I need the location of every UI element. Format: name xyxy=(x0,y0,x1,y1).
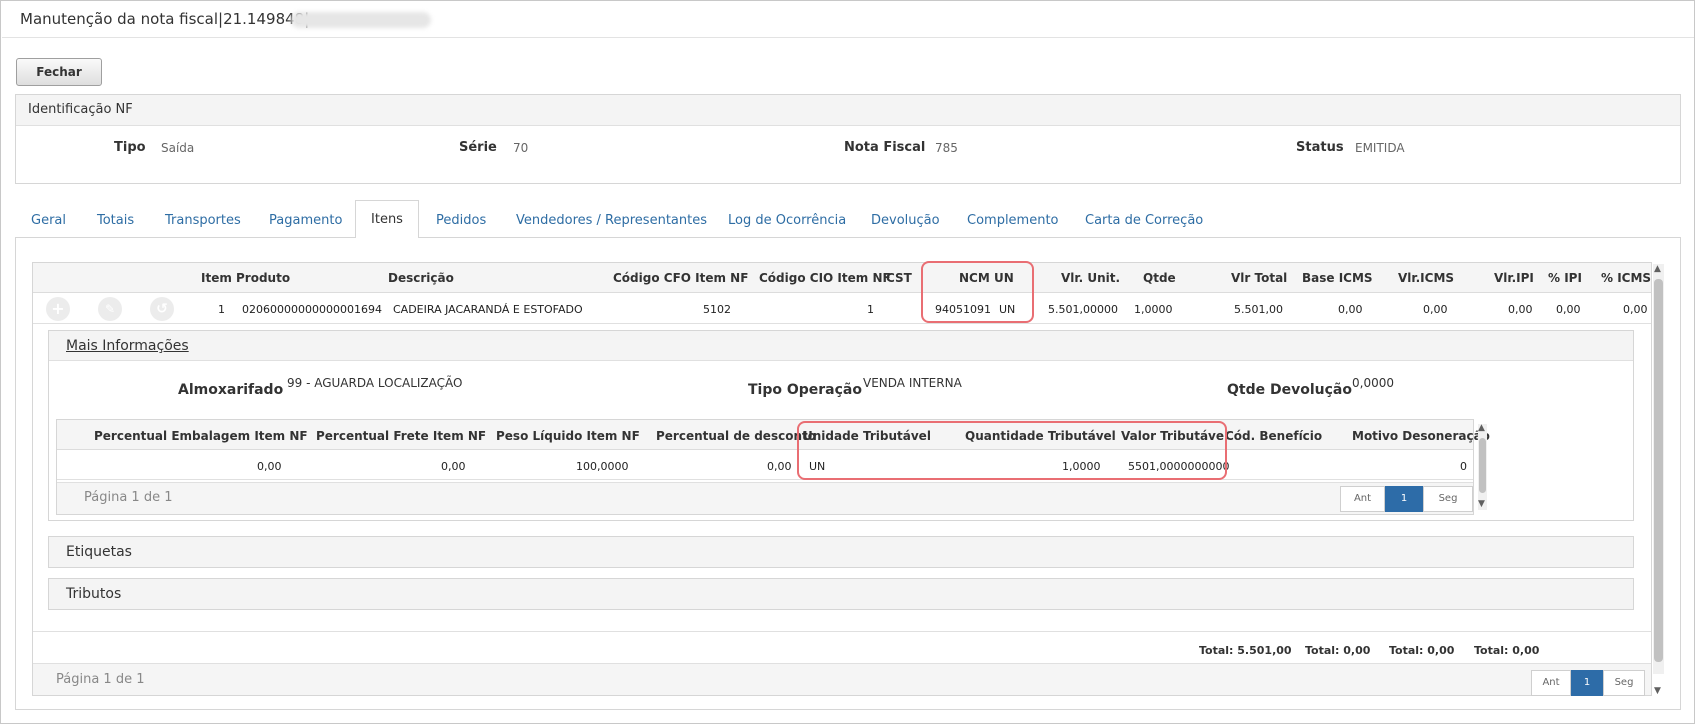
highlight-ncm-un xyxy=(921,261,1034,323)
sub-col-motivo[interactable]: Motivo Desoneração xyxy=(1352,429,1490,443)
tipo-operacao-value: VENDA INTERNA xyxy=(863,376,962,390)
sub-prev-button[interactable]: Ant xyxy=(1340,486,1385,512)
sub-page-info: Página 1 de 1 xyxy=(84,490,173,505)
tipo-label: Tipo xyxy=(114,140,146,155)
add-icon[interactable]: + xyxy=(46,297,70,321)
tipo-operacao-label: Tipo Operação xyxy=(748,382,862,398)
cell-descricao: CADEIRA JACARANDÁ E ESTOFADO xyxy=(393,303,583,316)
tab-complemento[interactable]: Complemento xyxy=(967,213,1059,228)
status-label: Status xyxy=(1296,140,1344,155)
identification-header: Identificação NF xyxy=(16,95,1680,126)
col-vlr-total[interactable]: Vlr Total xyxy=(1231,271,1287,285)
serie-label: Série xyxy=(459,140,497,155)
page-1-button[interactable]: 1 xyxy=(1571,670,1603,696)
close-button[interactable]: Fechar xyxy=(16,58,102,86)
scroll-up-icon[interactable]: ▲ xyxy=(1654,264,1661,274)
prev-button[interactable]: Ant xyxy=(1531,670,1571,696)
tab-pagamento[interactable]: Pagamento xyxy=(269,213,342,228)
tab-totais[interactable]: Totais xyxy=(97,213,134,228)
tipo-value: Saída xyxy=(161,141,195,155)
sub-cell-peso: 100,0000 xyxy=(576,460,629,473)
sub-scroll-up-icon[interactable]: ▲ xyxy=(1478,423,1485,433)
cell-cio: 1 xyxy=(867,303,874,316)
sub-cell-embalagem: 0,00 xyxy=(257,460,282,473)
cell-cfo: 5102 xyxy=(703,303,731,316)
nota-fiscal-label: Nota Fiscal xyxy=(844,140,926,155)
edit-icon[interactable]: ✎ xyxy=(98,297,122,321)
total-vlr-icms: Total: 0,00 xyxy=(1389,644,1455,657)
nota-fiscal-value: 785 xyxy=(935,141,958,155)
cell-vlr-icms: 0,00 xyxy=(1423,303,1448,316)
sub-cell-desconto: 0,00 xyxy=(767,460,792,473)
tab-itens[interactable]: Itens xyxy=(355,200,419,239)
sub-col-desconto[interactable]: Percentual de desconto xyxy=(656,429,816,443)
col-produto[interactable]: Produto xyxy=(236,271,290,285)
tab-geral[interactable]: Geral xyxy=(31,213,66,228)
col-cst[interactable]: CST xyxy=(886,271,912,285)
cell-vlr-ipi: 0,00 xyxy=(1508,303,1533,316)
sub-cell-frete: 0,00 xyxy=(441,460,466,473)
col-cfo[interactable]: Código CFO Item NF xyxy=(613,271,748,285)
total-base-icms: Total: 0,00 xyxy=(1305,644,1371,657)
col-pct-ipi[interactable]: % IPI xyxy=(1548,271,1582,285)
cell-item: 1 xyxy=(218,303,225,316)
sub-col-cod-beneficio[interactable]: Cód. Benefício xyxy=(1225,429,1322,443)
total-vlr-ipi: Total: 0,00 xyxy=(1474,644,1540,657)
total-vlr: Total: 5.501,00 xyxy=(1199,644,1292,657)
etiquetas-section[interactable]: Etiquetas xyxy=(48,536,1634,568)
window: Manutenção da nota fiscal|21.149848| Fec… xyxy=(0,0,1695,724)
items-scrollbar-thumb[interactable] xyxy=(1654,279,1663,662)
mais-info-link[interactable]: Mais Informações xyxy=(66,338,189,354)
sub-footer xyxy=(57,482,1473,514)
cell-vlr-total: 5.501,00 xyxy=(1234,303,1283,316)
sub-col-peso[interactable]: Peso Líquido Item NF xyxy=(496,429,640,443)
col-base-icms[interactable]: Base ICMS xyxy=(1302,271,1373,285)
tab-pedidos[interactable]: Pedidos xyxy=(436,213,486,228)
scroll-down-icon[interactable]: ▼ xyxy=(1654,686,1661,696)
sub-next-button[interactable]: Seg xyxy=(1423,486,1473,512)
window-title: Manutenção da nota fiscal|21.149848| xyxy=(20,10,310,28)
tab-devolucao[interactable]: Devolução xyxy=(871,213,940,228)
cell-vlr-unit: 5.501,00000 xyxy=(1048,303,1118,316)
sub-col-frete[interactable]: Percentual Frete Item NF xyxy=(316,429,486,443)
highlight-tributavel xyxy=(797,421,1227,480)
col-cio[interactable]: Código CIO Item NF xyxy=(759,271,891,285)
almoxarifado-label: Almoxarifado xyxy=(178,382,284,398)
qtde-devolucao-value: 0,0000 xyxy=(1352,376,1394,390)
redacted-text xyxy=(291,12,431,28)
col-qtde[interactable]: Qtde xyxy=(1143,271,1176,285)
tributos-section[interactable]: Tributos xyxy=(48,578,1634,610)
totals-line xyxy=(33,631,1651,632)
qtde-devolucao-label: Qtde Devolução xyxy=(1227,382,1352,398)
history-icon[interactable]: ↺ xyxy=(150,297,174,321)
items-footer xyxy=(33,663,1651,695)
col-vlr-ipi[interactable]: Vlr.IPI xyxy=(1494,271,1534,285)
tab-vendedores[interactable]: Vendedores / Representantes xyxy=(516,213,707,228)
col-item[interactable]: Item xyxy=(201,271,232,285)
items-page-info: Página 1 de 1 xyxy=(56,672,145,687)
cell-produto: 02060000000000001694 xyxy=(242,303,382,316)
next-button[interactable]: Seg xyxy=(1603,670,1645,696)
cell-pct-ipi: 0,00 xyxy=(1556,303,1581,316)
status-value: EMITIDA xyxy=(1355,141,1405,155)
sub-scrollbar-thumb[interactable] xyxy=(1479,438,1486,493)
cell-pct-icms: 0,00 xyxy=(1623,303,1648,316)
col-vlr-icms[interactable]: Vlr.ICMS xyxy=(1398,271,1454,285)
tab-transportes[interactable]: Transportes xyxy=(165,213,241,228)
tab-carta-correcao[interactable]: Carta de Correção xyxy=(1085,213,1203,228)
cell-qtde: 1,0000 xyxy=(1134,303,1173,316)
tab-log-ocorrencia[interactable]: Log de Ocorrência xyxy=(728,213,846,228)
col-descricao[interactable]: Descrição xyxy=(388,271,454,285)
col-vlr-unit[interactable]: Vlr. Unit. xyxy=(1061,271,1120,285)
cell-base-icms: 0,00 xyxy=(1338,303,1363,316)
sub-scroll-down-icon[interactable]: ▼ xyxy=(1478,499,1485,509)
identification-panel: Identificação NF xyxy=(15,94,1681,184)
almoxarifado-value: 99 - AGUARDA LOCALIZAÇÃO xyxy=(287,376,463,390)
sub-col-embalagem[interactable]: Percentual Embalagem Item NF xyxy=(94,429,308,443)
sub-page-1-button[interactable]: 1 xyxy=(1385,486,1423,512)
col-pct-icms[interactable]: % ICMS xyxy=(1601,271,1651,285)
serie-value: 70 xyxy=(513,141,529,155)
mais-info-headerbar xyxy=(49,331,1633,361)
sub-cell-motivo: 0 xyxy=(1460,460,1467,473)
